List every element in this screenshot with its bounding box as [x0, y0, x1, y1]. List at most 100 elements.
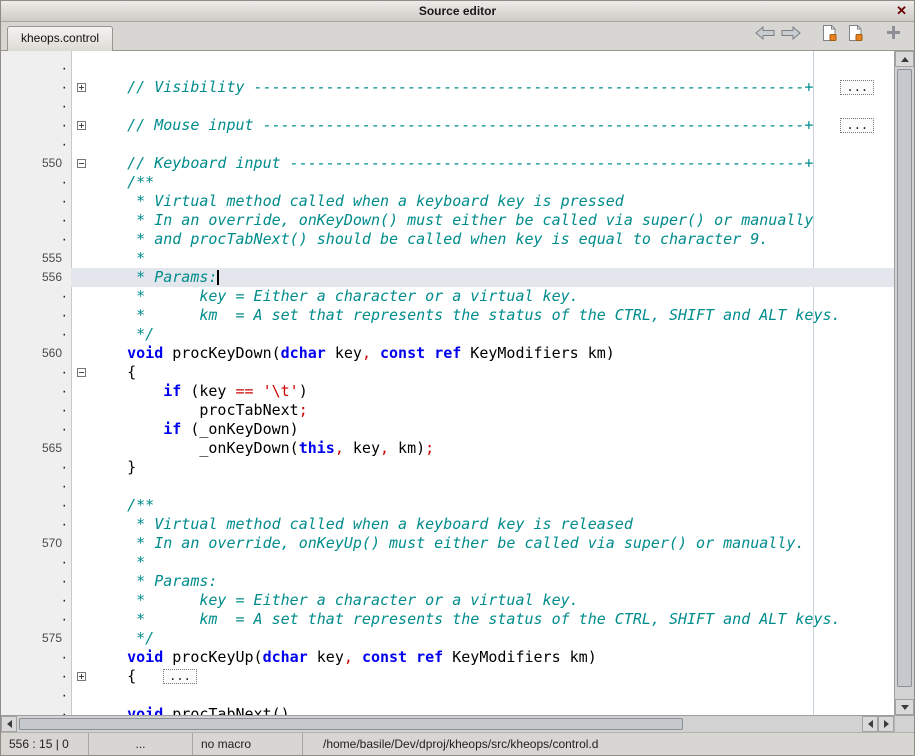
code-line[interactable]: · */: [1, 325, 894, 344]
save-file-as-button[interactable]: [842, 22, 868, 48]
code-text[interactable]: *: [91, 249, 894, 268]
code-text[interactable]: procTabNext;: [91, 401, 894, 420]
code-text[interactable]: }: [91, 458, 894, 477]
code-line[interactable]: · * Params:: [1, 572, 894, 591]
code-line[interactable]: ·: [1, 97, 894, 116]
code-text[interactable]: {...: [91, 667, 894, 686]
code-text[interactable]: _onKeyDown(this, key, km);: [91, 439, 894, 458]
scroll-up-button[interactable]: [895, 51, 914, 67]
go-back-button[interactable]: [752, 22, 778, 48]
code-line[interactable]: 550 // Keyboard input ------------------…: [1, 154, 894, 173]
scroll-down-button[interactable]: [895, 699, 914, 715]
code-line[interactable]: · * and procTabNext() should be called w…: [1, 230, 894, 249]
fold-column: [71, 211, 91, 230]
code-text[interactable]: // Mouse input -------------------------…: [91, 116, 894, 135]
line-number: ·: [1, 97, 71, 116]
code-line[interactable]: · if (key == '\t'): [1, 382, 894, 401]
fold-toggle[interactable]: [77, 672, 86, 681]
fold-toggle[interactable]: [77, 83, 86, 92]
code-line[interactable]: · {...: [1, 667, 894, 686]
code-line[interactable]: ·: [1, 686, 894, 705]
code-text[interactable]: [91, 59, 894, 78]
code-line[interactable]: 575 */: [1, 629, 894, 648]
editor-viewport[interactable]: ·· // Visibility -----------------------…: [1, 51, 894, 715]
code-text[interactable]: // Visibility --------------------------…: [91, 78, 894, 97]
code-text[interactable]: * Params:: [91, 572, 894, 591]
code-text[interactable]: {: [91, 363, 894, 382]
code-line[interactable]: · * km = A set that represents the statu…: [1, 306, 894, 325]
vertical-scrollbar[interactable]: [894, 51, 914, 715]
vertical-scroll-thumb[interactable]: [897, 69, 912, 687]
code-line[interactable]: ·: [1, 135, 894, 154]
editor-area: ·· // Visibility -----------------------…: [1, 51, 914, 715]
code-line[interactable]: · void procTabNext(): [1, 705, 894, 715]
code-line[interactable]: ·: [1, 477, 894, 496]
scroll-right-button[interactable]: [878, 716, 894, 732]
code-text[interactable]: void procTabNext(): [91, 705, 894, 715]
collapsed-fold-marker[interactable]: ...: [163, 669, 197, 684]
horizontal-scroll-thumb[interactable]: [19, 718, 683, 730]
code-text[interactable]: * In an override, onKeyDown() must eithe…: [91, 211, 894, 230]
code-line[interactable]: · * key = Either a character or a virtua…: [1, 591, 894, 610]
code-line[interactable]: 555 *: [1, 249, 894, 268]
code-line[interactable]: 565 _onKeyDown(this, key, km);: [1, 439, 894, 458]
code-line[interactable]: 556 * Params:: [1, 268, 894, 287]
vertical-scroll-track[interactable]: [895, 67, 914, 699]
fold-toggle[interactable]: [77, 121, 86, 130]
save-file-button[interactable]: [816, 22, 842, 48]
code-line[interactable]: · * In an override, onKeyDown() must eit…: [1, 211, 894, 230]
code-line[interactable]: ·: [1, 59, 894, 78]
code-text[interactable]: * key = Either a character or a virtual …: [91, 287, 894, 306]
code-line[interactable]: · * Virtual method called when a keyboar…: [1, 515, 894, 534]
code-line[interactable]: · if (_onKeyDown): [1, 420, 894, 439]
scroll-left-button[interactable]: [1, 716, 17, 732]
code-line[interactable]: 560 void procKeyDown(dchar key, const re…: [1, 344, 894, 363]
code-text[interactable]: * Virtual method called when a keyboard …: [91, 192, 894, 211]
code-line[interactable]: · *: [1, 553, 894, 572]
code-line[interactable]: · * Virtual method called when a keyboar…: [1, 192, 894, 211]
code-line[interactable]: 570 * In an override, onKeyUp() must eit…: [1, 534, 894, 553]
code-line[interactable]: · void procKeyUp(dchar key, const ref Ke…: [1, 648, 894, 667]
code-line[interactable]: · // Visibility ------------------------…: [1, 78, 894, 97]
code-line[interactable]: · procTabNext;: [1, 401, 894, 420]
code-text[interactable]: [91, 135, 894, 154]
fold-toggle[interactable]: [77, 159, 86, 168]
code-text[interactable]: /**: [91, 496, 894, 515]
detach-editor-button[interactable]: [880, 22, 906, 48]
code-text[interactable]: // Keyboard input ----------------------…: [91, 154, 894, 173]
code-text[interactable]: if (key == '\t'): [91, 382, 894, 401]
horizontal-scroll-track[interactable]: [17, 716, 862, 732]
code-text[interactable]: *: [91, 553, 894, 572]
close-button[interactable]: ✕: [896, 3, 907, 19]
tab-kheops-control[interactable]: kheops.control: [7, 26, 113, 51]
code-text[interactable]: * and procTabNext() should be called whe…: [91, 230, 894, 249]
code-text[interactable]: * In an override, onKeyUp() must either …: [91, 534, 894, 553]
code-text[interactable]: void procKeyDown(dchar key, const ref Ke…: [91, 344, 894, 363]
code-line[interactable]: · * km = A set that represents the statu…: [1, 610, 894, 629]
code-text[interactable]: /**: [91, 173, 894, 192]
code-line[interactable]: · /**: [1, 173, 894, 192]
code-text[interactable]: * Params:: [91, 268, 894, 287]
code-text[interactable]: [91, 686, 894, 705]
code-text[interactable]: void procKeyUp(dchar key, const ref KeyM…: [91, 648, 894, 667]
code-text[interactable]: [91, 97, 894, 116]
scroll-left-button-right-end[interactable]: [862, 716, 878, 732]
collapsed-fold-marker[interactable]: ...: [840, 80, 874, 95]
code-text[interactable]: if (_onKeyDown): [91, 420, 894, 439]
code-text[interactable]: */: [91, 629, 894, 648]
go-forward-button[interactable]: [778, 22, 804, 48]
code-text[interactable]: [91, 477, 894, 496]
collapsed-fold-marker[interactable]: ...: [840, 118, 874, 133]
code-text[interactable]: * key = Either a character or a virtual …: [91, 591, 894, 610]
code-text[interactable]: * km = A set that represents the status …: [91, 306, 894, 325]
code-line[interactable]: · // Mouse input -----------------------…: [1, 116, 894, 135]
code-line[interactable]: · /**: [1, 496, 894, 515]
fold-toggle[interactable]: [77, 368, 86, 377]
code-text[interactable]: */: [91, 325, 894, 344]
code-line[interactable]: · }: [1, 458, 894, 477]
code-line[interactable]: · {: [1, 363, 894, 382]
code-text[interactable]: * km = A set that represents the status …: [91, 610, 894, 629]
horizontal-scrollbar[interactable]: [1, 715, 914, 732]
code-line[interactable]: · * key = Either a character or a virtua…: [1, 287, 894, 306]
code-text[interactable]: * Virtual method called when a keyboard …: [91, 515, 894, 534]
